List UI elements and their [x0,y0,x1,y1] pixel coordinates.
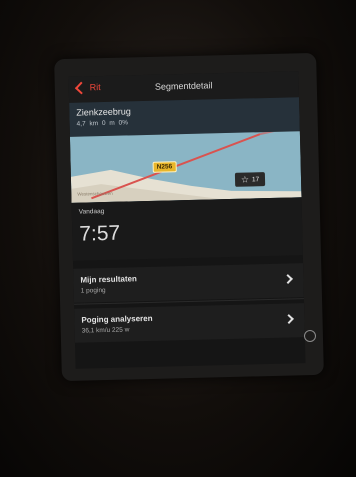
page-title: Segmentdetail [154,80,213,92]
star-button[interactable]: ☆ 17 [234,172,266,187]
home-button[interactable] [304,330,316,342]
chevron-right-icon [284,314,294,324]
star-count: 17 [251,175,260,183]
today-label: Vandaag [78,208,105,216]
segment-stats: 4,7 km 0 m 0% [76,119,129,128]
today-time: 7:57 [79,221,121,246]
chevron-right-icon [283,274,293,284]
segment-header: Zienkzeebrug 4,7 km 0 m 0% [69,97,300,137]
map-graphic: Westenschouwen [70,131,302,203]
road-label-badge: N256 [152,161,177,173]
today-time-block: Vandaag 7:57 [71,197,303,261]
my-results-row[interactable]: Mijn resultaten 1 poging [73,263,304,303]
my-results-title: Mijn resultaten [80,274,137,285]
segment-map[interactable]: Westenschouwen N256 ☆ 17 [69,131,302,203]
my-results-subtitle: 1 poging [80,287,106,295]
segment-name: Zienkzeebrug [76,106,131,118]
app-screen: Rit Segmentdetail Zienkzeebrug 4,7 km 0 … [68,71,306,369]
route-line-extension [259,131,300,136]
analyze-attempt-title: Poging analyseren [81,313,153,325]
analyze-attempt-subtitle: 36,1 km/u 225 w [81,326,130,335]
analyze-attempt-row[interactable]: Poging analyseren 36,1 km/u 225 w [74,303,305,343]
star-icon: ☆ [240,173,250,185]
map-place-label: Westenschouwen [77,191,113,197]
